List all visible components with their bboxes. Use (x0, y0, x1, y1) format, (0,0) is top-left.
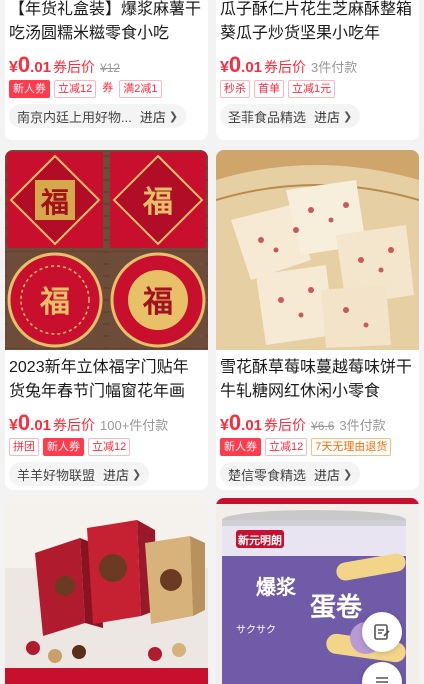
price-integer: 0 (228, 410, 242, 435)
original-price: ¥12 (100, 61, 121, 75)
tag-discount: 立减12 (265, 438, 308, 456)
shop-link[interactable]: 圣菲食品精选 进店 ❯ (220, 104, 361, 128)
price-row: ¥ 0 .01 券后价 ¥6.6 3件付款 (220, 410, 413, 435)
tag-group-buy: 拼团 (9, 438, 39, 456)
product-image[interactable] (216, 150, 419, 350)
enter-shop-label: 进店 (314, 467, 341, 483)
left-column: 【年货礼盒装】爆浆麻薯干吃汤圆糯米糍零食小吃 ¥ 0 .01 券后价 ¥12 新… (5, 0, 208, 684)
svg-text:福: 福 (40, 186, 69, 219)
product-title[interactable]: 瓜子酥仁片花生芝麻酥整箱葵瓜子炒货坚果小吃年 (220, 0, 413, 46)
right-column: 瓜子酥仁片花生芝麻酥整箱葵瓜子炒货坚果小吃年 ¥ 0 .01 券后价 3件付款 … (216, 0, 419, 684)
sold-count: 100+件付款 (100, 418, 169, 433)
promo-tags: 秒杀 首单 立减1元 (220, 80, 413, 98)
tag-discount: 立减12 (88, 438, 131, 456)
tag-new-user-coupon: 新人券 (9, 80, 50, 98)
svg-text:サクサク: サクサク (236, 624, 276, 636)
price-decimal: .01 (241, 417, 263, 434)
price-row: ¥ 0 .01 券后价 3件付款 (220, 52, 413, 77)
svg-text:爆浆: 爆浆 (256, 575, 297, 599)
tag-discount: 立减12 (54, 80, 97, 98)
chocolate-boxes-image (5, 498, 208, 684)
shop-name: 楚信零食精选 (228, 467, 307, 483)
snowflake-crisp-image (216, 150, 419, 350)
sold-count: 3件付款 (311, 60, 358, 75)
price-row: ¥ 0 .01 券后价 100+件付款 (9, 410, 202, 435)
product-image[interactable] (5, 498, 208, 684)
tag-coupon: 券 (102, 82, 114, 94)
price-integer: 0 (17, 52, 31, 77)
price-label: 券后价 (53, 59, 96, 75)
price-label: 券后价 (264, 417, 307, 433)
price-label: 券后价 (264, 59, 307, 75)
product-image[interactable]: 福 福 福 福 (5, 150, 208, 350)
enter-shop-label: 进店 (139, 109, 166, 125)
product-card-top-left[interactable]: 【年货礼盒装】爆浆麻薯干吃汤圆糯米糍零食小吃 ¥ 0 .01 券后价 ¥12 新… (5, 0, 208, 140)
feedback-button[interactable] (362, 612, 402, 652)
product-card-mid-right[interactable]: 雪花酥草莓味蔓越莓味饼干牛轧糖网红休闲小零食 ¥ 0 .01 券后价 ¥6.6 … (216, 150, 419, 490)
shop-link[interactable]: 南京内廷上用好物... 进店 ❯ (9, 104, 187, 128)
product-title[interactable]: 【年货礼盒装】爆浆麻薯干吃汤圆糯米糍零食小吃 (9, 0, 202, 46)
price-integer: 0 (17, 410, 31, 435)
enter-shop-label: 进店 (103, 467, 130, 483)
chevron-right-icon: ❯ (132, 468, 142, 481)
price-row: ¥ 0 .01 券后价 ¥12 (9, 52, 202, 77)
svg-text:蛋卷: 蛋卷 (310, 593, 363, 623)
tag-new-user-coupon: 新人券 (220, 438, 261, 456)
price-integer: 0 (228, 52, 242, 77)
svg-text:福: 福 (142, 185, 173, 220)
product-card-bot-right[interactable]: 新元明朗 爆浆 蛋卷 サクサク (216, 498, 419, 684)
enter-shop-label: 进店 (314, 109, 341, 125)
currency-symbol: ¥ (220, 59, 229, 76)
product-title[interactable]: 雪花酥草莓味蔓越莓味饼干牛轧糖网红休闲小零食 (220, 356, 413, 404)
shop-name: 圣菲食品精选 (228, 109, 307, 125)
promo-tags: 拼团 新人券 立减12 (9, 438, 202, 456)
currency-symbol: ¥ (9, 59, 18, 76)
currency-symbol: ¥ (220, 417, 229, 434)
edit-note-icon (374, 624, 390, 640)
svg-text:新元明朗: 新元明朗 (238, 533, 282, 547)
promo-tags: 新人券 立减12 券 满2减1 (9, 80, 202, 98)
shop-link[interactable]: 楚信零食精选 进店 ❯ (220, 462, 361, 486)
shop-name: 南京内廷上用好物... (17, 109, 132, 125)
product-card-mid-left[interactable]: 福 福 福 福 2023新年立体福字门贴年货兔年春节门幅窗花年画 ¥ 0 .01… (5, 150, 208, 490)
sold-count: 3件付款 (339, 418, 386, 433)
tag-full-reduction: 满2减1 (119, 80, 162, 98)
list-icon (376, 677, 388, 683)
price-decimal: .01 (30, 59, 52, 76)
shop-link[interactable]: 羊羊好物联盟 进店 ❯ (9, 462, 150, 486)
tag-new-user-coupon: 新人券 (43, 438, 84, 456)
price-decimal: .01 (241, 59, 263, 76)
tag-discount: 立减1元 (288, 80, 336, 98)
product-card-bot-left[interactable] (5, 498, 208, 684)
fu-decoration-image: 福 福 福 福 (5, 150, 208, 350)
promo-tags: 新人券 立减12 7天无理由退货 (220, 438, 413, 456)
chevron-right-icon: ❯ (343, 468, 353, 481)
shop-name: 羊羊好物联盟 (17, 467, 96, 483)
tag-return-policy: 7天无理由退货 (311, 438, 392, 456)
product-title[interactable]: 2023新年立体福字门贴年货兔年春节门幅窗花年画 (9, 356, 202, 404)
svg-text:福: 福 (39, 285, 70, 320)
price-label: 券后价 (53, 417, 96, 433)
tag-flash-sale: 秒杀 (220, 80, 250, 98)
svg-text:福: 福 (142, 285, 173, 320)
original-price: ¥6.6 (311, 419, 335, 433)
product-card-top-right[interactable]: 瓜子酥仁片花生芝麻酥整箱葵瓜子炒货坚果小吃年 ¥ 0 .01 券后价 3件付款 … (216, 0, 419, 140)
price-decimal: .01 (30, 417, 52, 434)
chevron-right-icon: ❯ (343, 110, 353, 123)
currency-symbol: ¥ (9, 417, 18, 434)
product-image[interactable]: 新元明朗 爆浆 蛋卷 サクサク (216, 498, 419, 684)
tag-first-order: 首单 (254, 80, 284, 98)
egg-roll-tin-image: 新元明朗 爆浆 蛋卷 サクサク (216, 498, 419, 684)
chevron-right-icon: ❯ (168, 110, 179, 123)
